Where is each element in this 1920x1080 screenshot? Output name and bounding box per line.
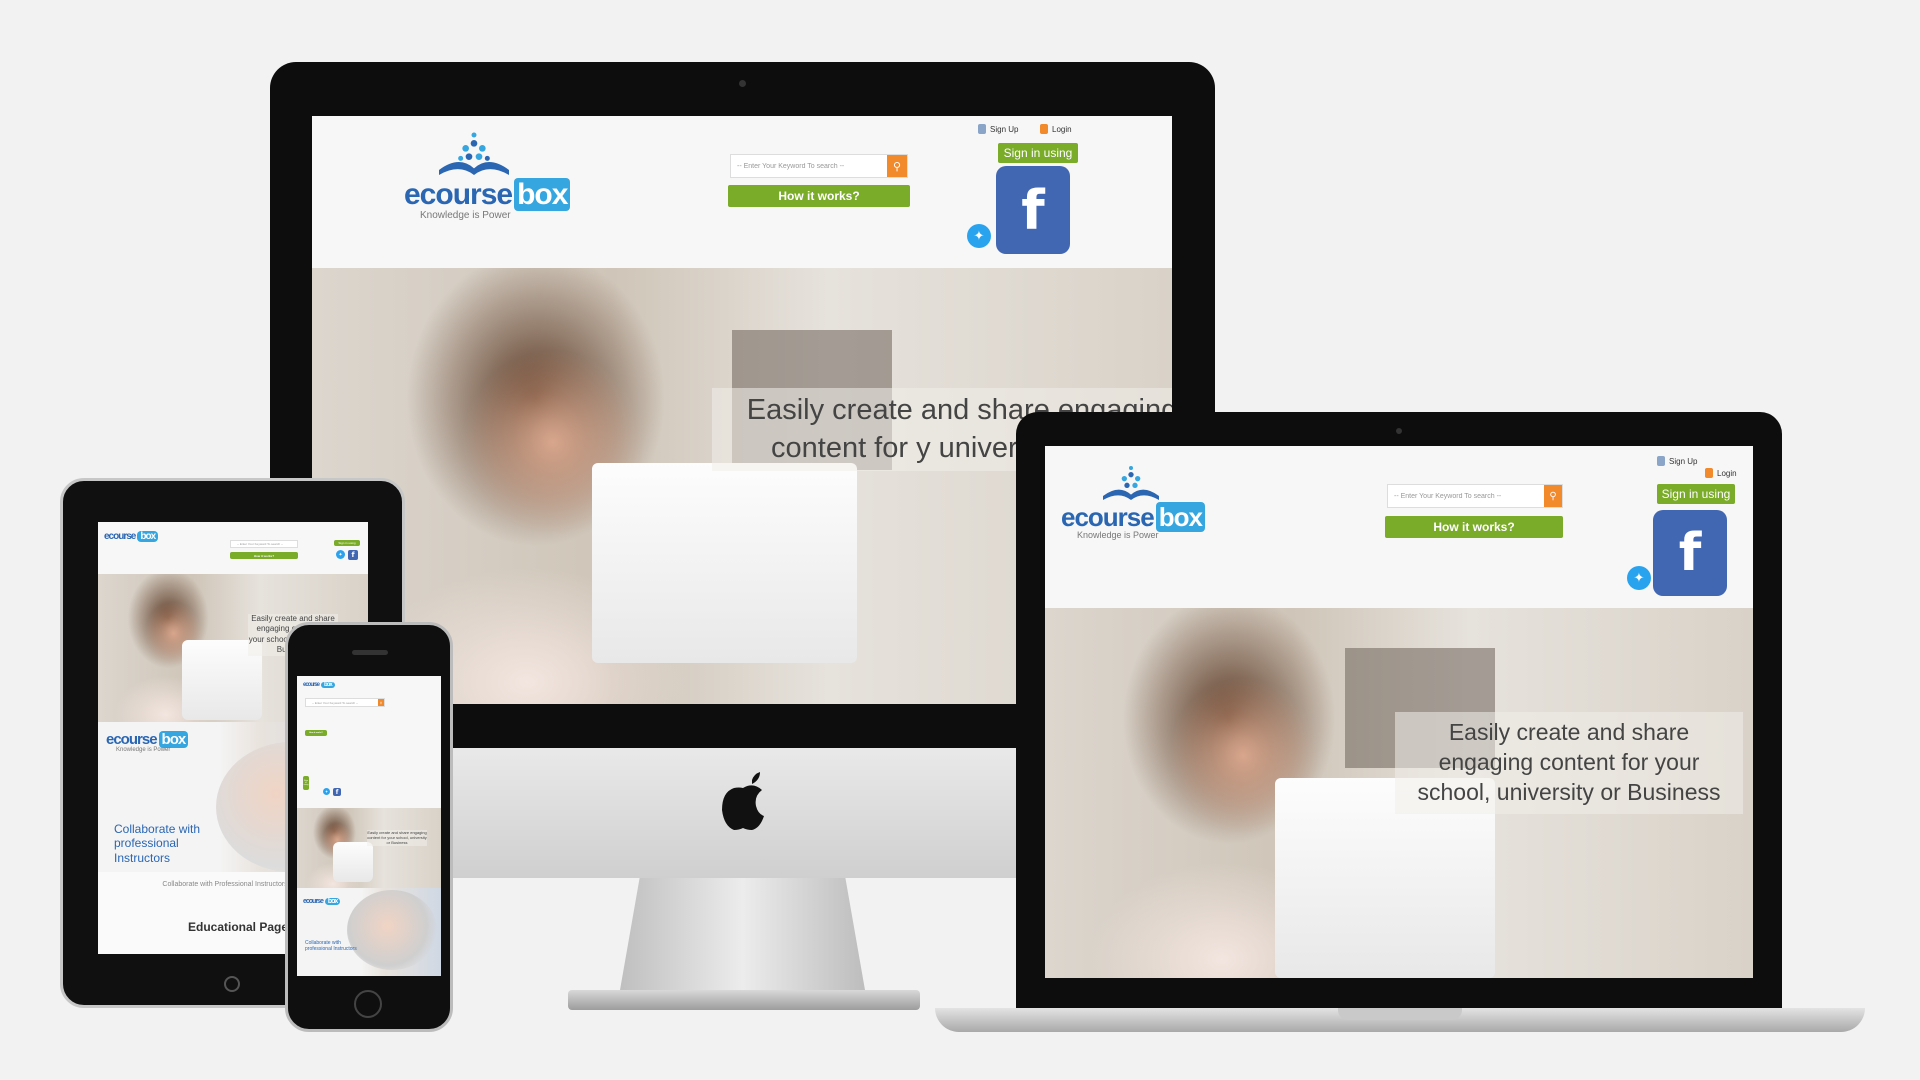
site-logo[interactable]: ecourse box Knowledge is Power [404, 130, 571, 230]
site-logo[interactable]: ecourse box Knowledge is Power [106, 731, 189, 772]
macbook-camera [1396, 428, 1402, 434]
search-input[interactable] [231, 542, 297, 546]
imac-camera [739, 80, 746, 87]
twitter-login-button[interactable]: ✦ [967, 224, 991, 248]
login-link[interactable]: Login [1705, 468, 1737, 478]
site-logo[interactable]: ecourse box [104, 531, 164, 566]
site-header: ecoursebox Knowledge is Power ⚲ How it w… [1045, 446, 1753, 608]
search-button[interactable]: ⚲ [887, 155, 907, 177]
site-logo[interactable]: ecourse box [303, 898, 343, 912]
logo-tagline: Knowledge is Power [420, 210, 511, 221]
hero-laptop [333, 842, 373, 882]
sign-in-using-label: Sign in using [334, 540, 360, 546]
twitter-icon: ✦ [973, 228, 985, 243]
facebook-login-button[interactable]: f [348, 550, 358, 560]
book-logo-icon [439, 132, 509, 175]
hero-tagline: Easily create and share engaging content… [1395, 712, 1743, 814]
facebook-icon: f [335, 788, 339, 796]
sign-up-label: Sign Up [1669, 456, 1698, 466]
hero-laptop [592, 463, 857, 663]
site-logo[interactable]: ecourse box [303, 682, 343, 696]
imac-stand [620, 878, 865, 990]
user-icon [1657, 456, 1665, 466]
site-logo[interactable]: ecourse box Knowledge is Power [1061, 464, 1205, 554]
how-it-works-button[interactable]: How it works? [728, 185, 910, 207]
facebook-login-button[interactable]: f [996, 166, 1070, 254]
facebook-icon: f [1678, 523, 1702, 583]
how-it-works-button[interactable]: How it works? [1385, 516, 1563, 538]
search-icon: ⚲ [1549, 490, 1557, 502]
site-header: ecoursebox How it works? Sign in using f… [98, 522, 368, 574]
ipad-home-button [224, 976, 240, 992]
logo-wordmark: ecourse box [303, 898, 343, 905]
lock-icon [1705, 468, 1713, 478]
login-label: Login [1052, 124, 1072, 134]
collaborate-heading: Collaborate with professional Instructor… [114, 822, 201, 865]
facebook-login-button[interactable]: f [1653, 510, 1727, 596]
logo-wordmark: ecourse box [404, 178, 571, 211]
imac-base [568, 990, 920, 1010]
hero-banner: Easily create and share engaging content… [1045, 608, 1753, 978]
logo-wordmark: ecourse box [104, 531, 164, 542]
macbook-screen: ecoursebox Knowledge is Power ⚲ How it w… [1045, 446, 1753, 978]
search-icon: ⚲ [379, 700, 383, 705]
search-box: ⚲ [305, 698, 385, 707]
logo-wordmark: ecourse box [1061, 502, 1205, 532]
iphone-speaker [352, 650, 388, 655]
people-photo [347, 890, 437, 970]
hero-tagline: Easily create and share engaging content… [367, 830, 427, 846]
logo-wordmark: ecourse box [106, 731, 189, 748]
search-box: ⚲ [1387, 484, 1563, 508]
hero-banner: Easily create and share engaging content… [297, 808, 441, 888]
sign-up-link[interactable]: Sign Up [978, 124, 1018, 134]
user-icon [978, 124, 986, 134]
search-input[interactable] [306, 700, 378, 705]
search-input[interactable] [1388, 492, 1544, 500]
collaborate-section: ecourse box Collaborate with professional… [297, 888, 441, 976]
search-button[interactable]: ⚲ [1544, 485, 1562, 507]
macbook-opening-notch [1338, 1008, 1462, 1020]
login-label: Login [1717, 468, 1737, 478]
sign-in-using-label: Sign in using [1657, 484, 1735, 504]
search-button[interactable]: ⚲ [378, 699, 384, 706]
twitter-login-button[interactable]: ✦ [1627, 566, 1651, 590]
twitter-icon: ✦ [338, 551, 343, 558]
responsive-showcase: { "site": { "logo_course": "ecourse", "l… [0, 0, 1920, 1080]
collaborate-heading: Collaborate with professional Instructor… [305, 940, 357, 952]
how-it-works-button[interactable]: How it works? [305, 730, 327, 736]
twitter-login-button[interactable]: ✦ [336, 550, 345, 559]
site-header: ecoursebox ⚲ How it works? Sign in using… [297, 676, 441, 808]
facebook-login-button[interactable]: f [333, 788, 341, 796]
search-input[interactable] [731, 162, 887, 170]
iphone-home-button [354, 990, 382, 1018]
search-icon: ⚲ [892, 160, 902, 173]
sign-up-link[interactable]: Sign Up [1657, 456, 1697, 466]
how-it-works-button[interactable]: How it works? [230, 552, 298, 559]
search-box: ⚲ [730, 154, 908, 178]
search-box [230, 540, 298, 548]
twitter-icon: ✦ [1633, 570, 1645, 585]
sign-up-label: Sign Up [990, 124, 1019, 134]
apple-logo-icon [722, 772, 764, 830]
facebook-icon: f [351, 551, 355, 559]
login-link[interactable]: Login [1040, 124, 1072, 134]
lock-icon [1040, 124, 1048, 134]
sign-in-using-label: Sign in using [998, 143, 1078, 163]
sign-in-using-label: Sign in using [303, 776, 309, 790]
site-header: ecoursebox Knowledge is Power ⚲ How it w… [312, 116, 1172, 268]
twitter-login-button[interactable]: ✦ [323, 788, 330, 795]
logo-wordmark: ecourse box [303, 682, 343, 688]
facebook-icon: f [1021, 178, 1045, 242]
twitter-icon: ✦ [324, 789, 329, 794]
iphone-screen: ecoursebox ⚲ How it works? Sign in using… [297, 676, 441, 976]
book-logo-icon [1103, 466, 1159, 500]
